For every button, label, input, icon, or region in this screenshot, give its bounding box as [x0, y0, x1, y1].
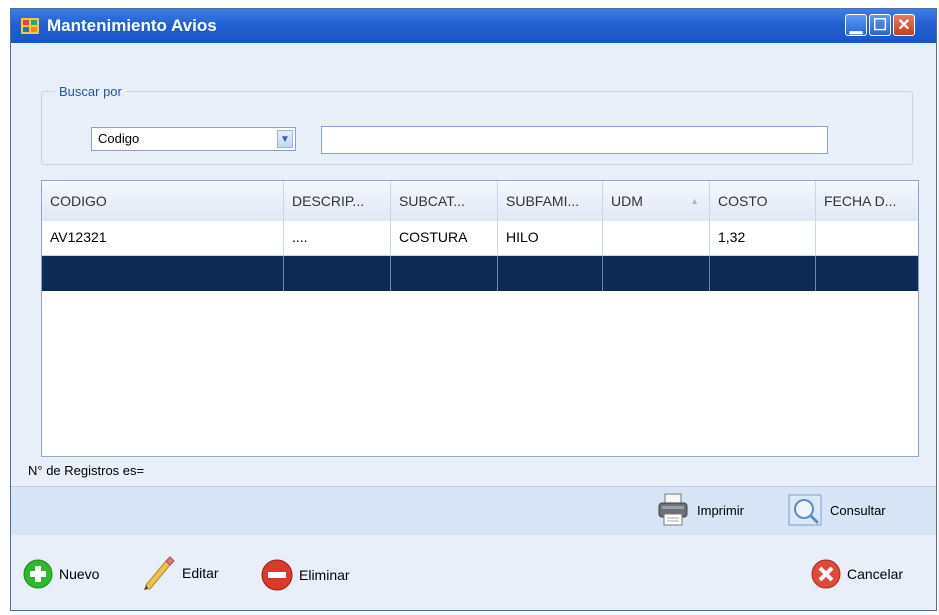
main-window: Mantenimiento Avios ▁ ☐ ✕ Buscar por Cod…	[10, 8, 937, 611]
maximize-button[interactable]: ☐	[869, 14, 891, 36]
cell-empty[interactable]	[498, 256, 603, 291]
column-header-fecha[interactable]: FECHA D...	[816, 181, 918, 221]
new-row-selected[interactable]	[42, 256, 918, 291]
minimize-button[interactable]: ▁	[845, 14, 867, 36]
cell-udm[interactable]	[603, 221, 710, 256]
column-header-subfamilia[interactable]: SUBFAMI...	[498, 181, 603, 221]
new-label: Nuevo	[59, 566, 100, 582]
status-strip: N° de Registros es=	[11, 458, 936, 486]
cell-costo[interactable]: 1,32	[710, 221, 816, 256]
search-field-value: Codigo	[98, 131, 140, 146]
query-button[interactable]: Consultar	[788, 494, 886, 526]
column-header-udm-label: UDM	[611, 193, 643, 209]
table-row[interactable]: AV12321 .... COSTURA HILO 1,32	[42, 221, 918, 256]
data-grid[interactable]: CODIGO DESCRIP... SUBCAT... SUBFAMI... U…	[41, 180, 919, 457]
close-icon: ✕	[897, 17, 911, 34]
cancel-button[interactable]: Cancelar	[811, 559, 903, 589]
printer-icon	[658, 493, 688, 526]
maximize-icon: ☐	[872, 17, 888, 34]
column-header-codigo[interactable]: CODIGO	[42, 181, 284, 221]
cell-codigo[interactable]: AV12321	[42, 221, 284, 256]
chevron-down-icon[interactable]: ▼	[277, 130, 293, 148]
cell-fecha[interactable]	[816, 221, 918, 256]
delete-label: Eliminar	[299, 567, 350, 583]
column-header-udm[interactable]: UDM ▲	[603, 181, 710, 221]
title-bar[interactable]: Mantenimiento Avios ▁ ☐ ✕	[11, 9, 936, 43]
cell-empty[interactable]	[42, 256, 284, 291]
cell-subfamilia[interactable]: HILO	[498, 221, 603, 256]
grid-header: CODIGO DESCRIP... SUBCAT... SUBFAMI... U…	[42, 181, 918, 222]
search-group-legend: Buscar por	[55, 84, 126, 99]
edit-label: Editar	[182, 565, 219, 581]
minimize-icon: ▁	[849, 17, 863, 34]
cell-subcategoria[interactable]: COSTURA	[391, 221, 498, 256]
pencil-icon	[144, 556, 175, 590]
cancel-icon	[811, 559, 841, 589]
cell-empty[interactable]	[710, 256, 816, 291]
sort-ascending-icon: ▲	[690, 196, 699, 206]
cell-empty[interactable]	[816, 256, 918, 291]
edit-button[interactable]: Editar	[142, 555, 219, 591]
search-input[interactable]	[321, 126, 828, 154]
report-toolbar: Imprimir Consultar	[11, 486, 936, 535]
cell-descripcion[interactable]: ....	[284, 221, 391, 256]
column-header-costo[interactable]: COSTO	[710, 181, 816, 221]
column-header-subcategoria[interactable]: SUBCAT...	[391, 181, 498, 221]
plus-icon	[23, 559, 53, 589]
action-bar: Nuevo Editar Eliminar Cancelar	[11, 535, 936, 610]
window-title: Mantenimiento Avios	[47, 16, 217, 35]
query-label: Consultar	[830, 502, 886, 518]
cell-empty[interactable]	[603, 256, 710, 291]
print-label: Imprimir	[697, 502, 744, 518]
record-count-label: N° de Registros es=	[28, 463, 145, 478]
delete-button[interactable]: Eliminar	[261, 559, 350, 591]
app-grid-icon	[21, 18, 39, 34]
minus-icon	[261, 559, 293, 591]
cell-empty[interactable]	[284, 256, 391, 291]
close-button[interactable]: ✕	[893, 14, 915, 36]
cell-empty[interactable]	[391, 256, 498, 291]
magnifier-icon	[788, 494, 822, 526]
cancel-label: Cancelar	[847, 566, 904, 582]
column-header-descripcion[interactable]: DESCRIP...	[284, 181, 391, 221]
new-button[interactable]: Nuevo	[23, 559, 99, 589]
print-button[interactable]: Imprimir	[657, 493, 744, 527]
search-field-select[interactable]: Codigo ▼	[91, 127, 296, 151]
